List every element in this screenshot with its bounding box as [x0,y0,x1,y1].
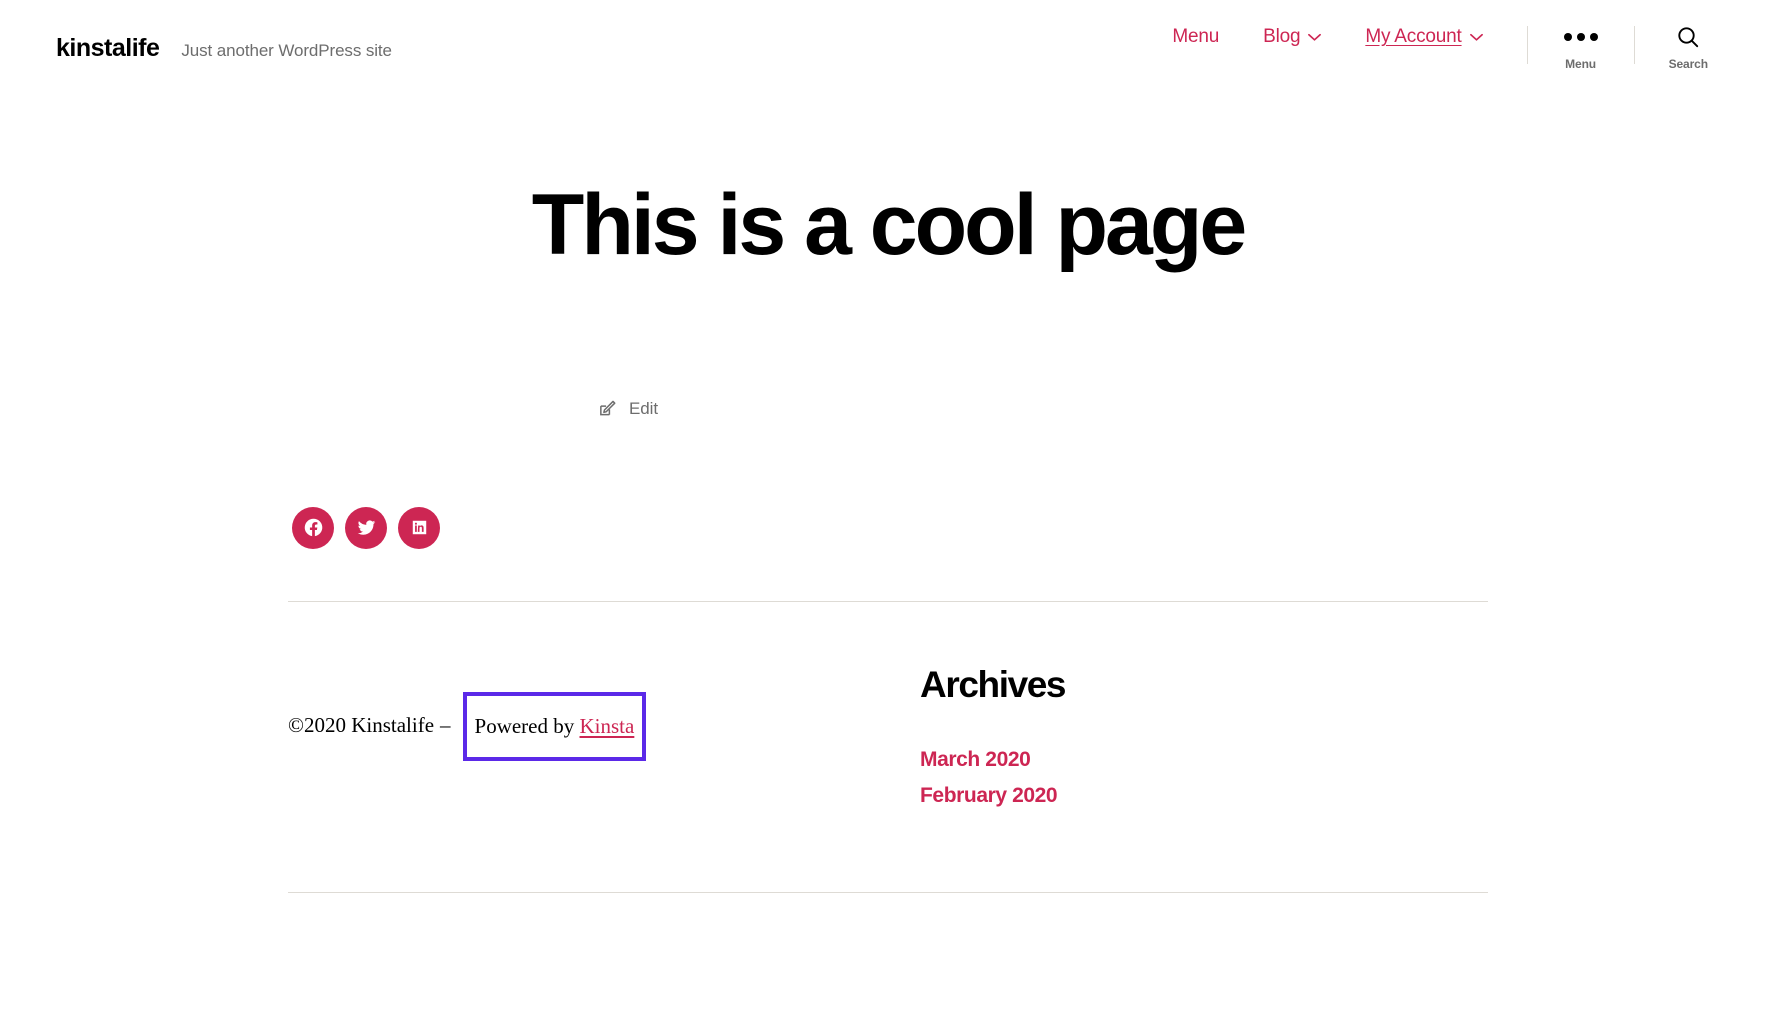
social-link-twitter[interactable] [345,506,387,549]
kinsta-link[interactable]: Kinsta [580,714,635,738]
social-links-list [288,506,1488,549]
nav-item-blog[interactable]: Blog [1241,26,1343,49]
nav-link-menu[interactable]: Menu [1150,26,1241,49]
chevron-down-icon [1308,31,1322,44]
post-meta: Edit [0,399,1776,419]
header-divider-1 [1526,26,1528,64]
twitter-icon [356,517,377,538]
header-inner: kinstalife Just another WordPress site M… [56,0,1720,71]
chevron-down-icon [1469,31,1483,44]
site-title-link[interactable]: kinstalife [56,36,160,61]
list-item[interactable]: March 2020 [920,748,1488,772]
archives-list: March 2020 February 2020 [920,748,1488,808]
site-branding: kinstalife Just another WordPress site [56,36,392,61]
powered-by-highlight-box: Powered by Kinsta [462,691,647,761]
powered-by-prefix: Powered by [474,713,580,738]
footer-copyright: ©2020 Kinstalife [288,713,435,738]
edit-link[interactable]: Edit [598,399,658,419]
facebook-icon [303,517,324,538]
search-icon [1676,26,1700,48]
entry-header: This is a cool page [0,104,1776,273]
three-dots-icon [1563,26,1598,48]
archive-link-february-2020[interactable]: February 2020 [920,784,1058,807]
nav-link-my-account[interactable]: My Account [1343,26,1504,49]
footer-separator: – [440,713,451,738]
header-divider-2 [1633,26,1635,64]
social-link-facebook[interactable] [292,506,334,549]
social-link-linkedin[interactable] [398,506,440,549]
page-title: This is a cool page [531,177,1247,273]
list-item[interactable]: February 2020 [920,784,1488,808]
social-links-section [0,506,1776,549]
main-content: This is a cool page Edit [0,104,1776,549]
nav-label-blog: Blog [1263,26,1301,47]
footer-inner: ©2020 Kinstalife – Powered by Kinsta Arc… [288,602,1488,821]
footer-rule-bottom [288,892,1488,894]
site-description: Just another WordPress site [181,41,392,60]
header-navigation: Menu Blog My Account Menu Search [1150,26,1720,71]
nav-link-blog[interactable]: Blog [1241,26,1343,49]
site-footer: ©2020 Kinstalife – Powered by Kinsta Arc… [0,600,1776,894]
nav-label-menu: Menu [1172,26,1220,47]
search-toggle-label: Search [1668,57,1709,71]
site-header: kinstalife Just another WordPress site M… [0,0,1776,104]
menu-toggle-label: Menu [1565,57,1597,71]
footer-widgets: Archives March 2020 February 2020 [888,664,1488,821]
nav-label-my-account: My Account [1365,26,1462,47]
search-toggle-button[interactable]: Search [1657,26,1720,71]
edit-pencil-icon [598,399,617,418]
edit-link-label: Edit [629,398,658,418]
menu-toggle-button[interactable]: Menu [1550,26,1612,71]
footer-credits: ©2020 Kinstalife – Powered by Kinsta [288,664,888,761]
archive-link-march-2020[interactable]: March 2020 [920,748,1031,771]
linkedin-icon [410,518,429,537]
widget-title-archives: Archives [920,663,1067,705]
nav-item-my-account[interactable]: My Account [1343,26,1504,49]
primary-menu: Menu Blog My Account [1150,26,1504,49]
nav-item-menu[interactable]: Menu [1150,26,1241,49]
